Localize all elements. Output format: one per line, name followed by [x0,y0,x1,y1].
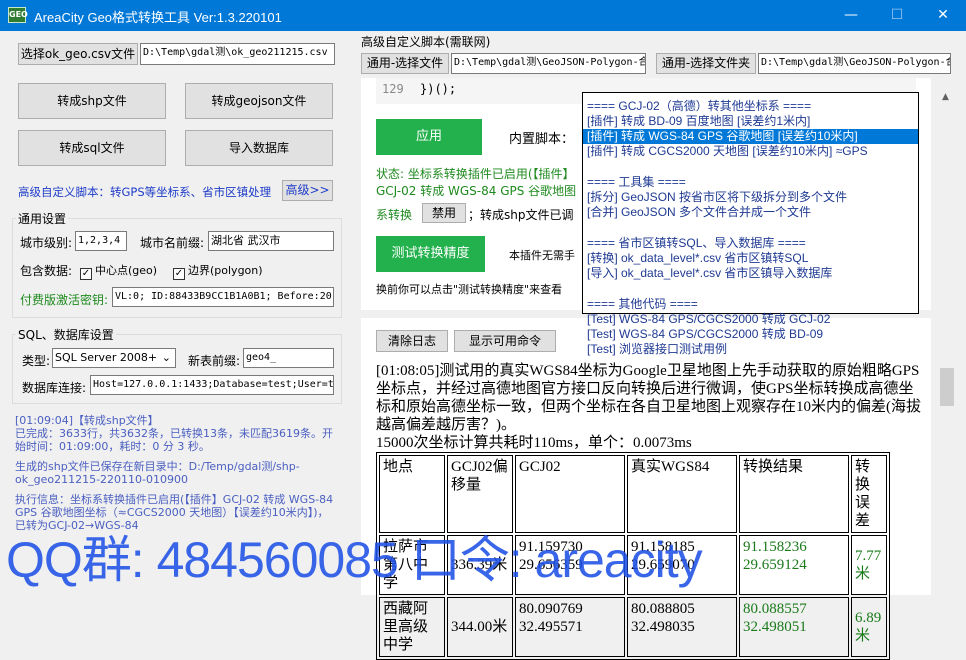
disable-suffix: ；转成shp文件已调 [468,208,574,222]
db-settings-title: SQL、数据库设置 [16,326,116,343]
table-cell: 80.090769 32.495571 [515,597,625,657]
file-path-input[interactable]: D:\Temp\gdal测\GeoJSON-Polygon-合 [451,53,646,74]
check-icon: ✓ [80,268,92,280]
dropdown-gap [583,220,918,236]
clear-log-button[interactable]: 清除日志 [376,330,448,352]
advanced-button[interactable]: 高级>> [282,180,333,201]
log-entry: 生成的shp文件已保存在新目录中：D:/Temp/gdal测/shp-ok_ge… [15,460,300,486]
db-type-label: 类型: [22,354,51,368]
show-commands-button[interactable]: 显示可用命令 [454,330,556,352]
test-accuracy-button[interactable]: 测试转换精度 [376,236,485,272]
maximize-icon[interactable]: ☐ [874,0,920,31]
select-folder-button[interactable]: 通用-选择文件夹 [656,53,756,74]
license-input[interactable]: VL:0; ID:88433B9CC1B1A0B1; Before:20 [112,287,334,307]
general-settings-title: 通用设置 [16,210,69,227]
dropdown-item[interactable]: ==== 省市区镇转SQL、导入数据库 ==== [583,236,918,251]
log-paragraph: [01:08:05]测试用的真实WGS84坐标为Google卫星地图上先手动获取… [376,363,921,433]
builtin-script-dropdown[interactable]: ==== GCJ-02（高德）转其他坐标系 ==== [插件] 转成 BD-09 … [582,92,919,356]
qq-group-watermark: QQ群: 484560085 口令: areacity [6,532,703,588]
disable-button[interactable]: 禁用 [422,203,466,223]
dropdown-item[interactable]: [导入] ok_data_level*.csv 省市区镇导入数据库 [583,266,918,281]
disable-prefix: 系转换 [376,208,413,222]
table-cell: 344.00米 [447,597,513,657]
minimize-icon[interactable]: — [828,0,874,31]
new-table-input[interactable]: geo4_ [243,348,334,368]
db-conn-label: 数据库连接: [22,381,87,395]
dropdown-item[interactable]: [合并] GeoJSON 多个文件合并成一个文件 [583,205,918,220]
dropdown-item[interactable]: [Test] WGS-84 GPS/CGCS2000 转成 BD-09 [583,327,918,342]
city-prefix-label: 城市名前缀: [140,236,205,250]
window-title: AreaCity Geo格式转换工具 Ver:1.3.220101 [34,10,282,25]
boundary-checkbox[interactable]: ✓ 边界(polygon) [173,262,263,280]
dropdown-item[interactable]: ==== 其他代码 ==== [583,297,918,312]
dropdown-item[interactable]: [插件] 转成 CGCS2000 天地图 [误差约10米内] ≈GPS [583,144,918,159]
license-label: 付费版激活密钥: [20,293,109,307]
table-cell: 7.77米 [851,535,887,595]
dropdown-item[interactable]: [插件] 转成 BD-09 百度地图 [误差约1米内] [583,114,918,129]
table-row: 西藏阿里高级中学 344.00米 80.090769 32.495571 80.… [379,597,887,657]
advanced-hint: 高级自定义脚本：转GPS等坐标系、省市区镇处理 [18,185,272,199]
select-file-button[interactable]: 通用-选择文件 [361,53,449,74]
close-icon[interactable]: ✕ [920,0,966,31]
table-cell: 80.088557 32.498051 [739,597,849,657]
check-icon: ✓ [173,268,185,280]
dropdown-item[interactable]: ==== GCJ-02（高德）转其他坐标系 ==== [583,99,918,114]
title-bar: GEO AreaCity Geo格式转换工具 Ver:1.3.220101 — … [0,0,966,31]
dropdown-item[interactable]: [插件] 转成 WGS-84 GPS 谷歌地图 [误差约10米内] [583,129,918,144]
folder-path-input[interactable]: D:\Temp\gdal测\GeoJSON-Polygon-合 [758,53,951,74]
apply-button[interactable]: 应用 [376,119,482,155]
dropdown-item[interactable]: ==== 工具集 ==== [583,175,918,190]
table-header-cell: 转换结果 [739,455,849,533]
new-table-label: 新表前缀: [188,354,241,368]
table-cell: 91.158236 29.659124 [739,535,849,595]
advanced-section-title: 高级自定义脚本(需联网) [361,35,491,49]
dropdown-gap [583,159,918,175]
dropdown-item[interactable]: [转换] ok_data_level*.csv 省市区镇转SQL [583,251,918,266]
convert-shp-button[interactable]: 转成shp文件 [18,83,166,119]
table-cell: 西藏阿里高级中学 [379,597,445,657]
vertical-scrollbar[interactable]: ▲ [938,78,956,595]
dropdown-item[interactable]: [Test] WGS-84 GPS/CGCS2000 转成 GCJ-02 [583,312,918,327]
dropdown-item[interactable]: [拆分] GeoJSON 按省市区将下级拆分到多个文件 [583,190,918,205]
table-header-cell: 转换误差 [851,455,887,533]
test-note: 换前你可以点击"测试转换精度"来查看 [376,283,563,296]
dropdown-item[interactable]: [Test] 浏览器接口测试用例 [583,342,918,357]
db-conn-input[interactable]: Host=127.0.0.1:1433;Database=test;User=t [90,375,334,395]
test-hint: 本插件无需手 [509,249,575,262]
app-icon: GEO [8,7,28,23]
log-article: [01:08:05]测试用的真实WGS84坐标为Google卫星地图上先手动获取… [376,362,924,660]
code-line-number: 129 [382,82,404,96]
city-prefix-input[interactable]: 湖北省 武汉市 [208,231,334,251]
table-cell: 80.088805 32.498035 [627,597,737,657]
table-cell: 6.89米 [851,597,887,657]
import-db-button[interactable]: 导入数据库 [185,130,333,166]
include-label: 包含数据: [20,264,73,278]
log-summary: 15000次坐标计算共耗时110ms，单个：0.0073ms [376,435,692,451]
city-level-input[interactable]: 1,2,3,4 [75,231,127,251]
db-type-select[interactable]: SQL Server 2008+ ⌄ [52,348,176,368]
scroll-up-icon[interactable]: ▲ [942,92,949,102]
convert-geojson-button[interactable]: 转成geojson文件 [185,83,333,119]
city-level-label: 城市级别: [20,236,73,250]
chevron-down-icon: ⌄ [161,351,171,364]
dropdown-gap [583,281,918,297]
status-text: 状态: 坐标系转换插件已启用(【插件】GCJ-02 转成 WGS-84 GPS … [376,167,577,198]
center-checkbox[interactable]: ✓ 中心点(geo) [80,262,157,280]
log-entry: [01:09:04]【转成shp文件】 已完成：3633行，共3632条，已转换… [15,414,333,453]
csv-path-input[interactable]: D:\Temp\gdal测\ok_geo211215.csv [140,43,335,65]
builtin-script-label: 内置脚本： [509,132,575,147]
code-text: })(); [420,82,457,96]
convert-sql-button[interactable]: 转成sql文件 [18,130,166,166]
scrollbar-thumb[interactable] [940,368,954,406]
select-csv-button[interactable]: 选择ok_geo.csv文件 [18,43,138,65]
